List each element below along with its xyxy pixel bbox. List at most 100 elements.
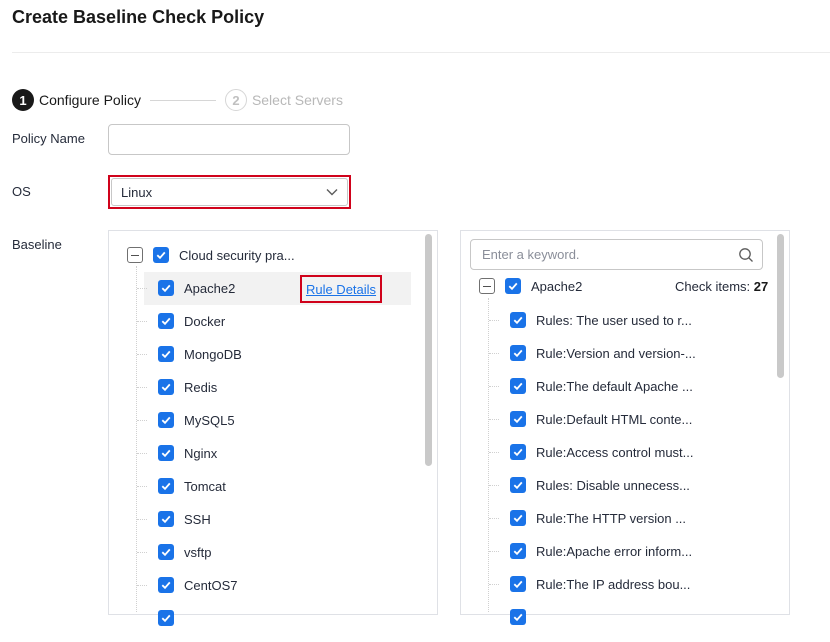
tree-guide-line [136,266,137,612]
tree-guide-branch [137,552,147,553]
tree-item-label: Redis [184,379,218,395]
item-checkbox[interactable] [510,312,526,328]
policy-name-input[interactable] [108,124,350,155]
rules-group-row[interactable]: Apache2 [479,275,582,297]
tree-guide-branch [137,387,147,388]
check-icon [161,581,171,590]
tree-item-label: SSH [184,511,211,527]
tree-guide-branch [137,288,147,289]
page-title: Create Baseline Check Policy [12,7,265,27]
search-icon[interactable] [738,247,754,263]
tree-item-row[interactable]: Docker [158,310,225,332]
item-checkbox[interactable] [158,544,174,560]
rules-group-label: Apache2 [531,278,583,294]
rules-guide-branch [489,419,499,420]
tree-root-row[interactable]: Cloud security pra... [127,244,295,266]
check-icon [161,284,171,293]
rule-item-row[interactable]: Rule:The HTTP version ... [510,507,700,529]
check-icon [161,548,171,557]
item-checkbox[interactable] [158,445,174,461]
tree-item-row[interactable]: Apache2 [158,277,235,299]
tree-item-label: MongoDB [184,346,242,362]
rules-guide-line [488,298,489,612]
item-checkbox[interactable] [158,379,174,395]
rule-item-row-partial[interactable] [510,606,526,628]
rule-item-label: Rule:The IP address bou... [536,576,691,592]
baseline-label: Baseline [12,237,62,252]
item-checkbox[interactable] [510,444,526,460]
os-select[interactable]: Linux [108,175,351,209]
rule-item-row[interactable]: Rules: The user used to r... [510,309,700,331]
item-checkbox[interactable] [158,412,174,428]
rule-item-row[interactable]: Rule:Access control must... [510,441,700,463]
rule-item-row[interactable]: Rules: Disable unnecess... [510,474,700,496]
rules-guide-branch [489,386,499,387]
tree-item-row[interactable]: SSH [158,508,211,530]
tree-item-row[interactable]: vsftp [158,541,211,563]
item-checkbox[interactable] [510,576,526,592]
tree-item-row[interactable]: Tomcat [158,475,226,497]
collapse-icon[interactable] [479,278,495,294]
os-select-value: Linux [121,184,153,200]
item-checkbox[interactable] [510,411,526,427]
item-checkbox[interactable] [158,478,174,494]
item-checkbox[interactable] [158,346,174,362]
tree-item-row[interactable]: MySQL5 [158,409,235,431]
rule-item-row[interactable]: Rule:Apache error inform... [510,540,700,562]
check-icon [508,282,518,291]
step-2-number: 2 [224,89,247,111]
check-icon [161,449,171,458]
rules-guide-branch [489,518,499,519]
baseline-tree-scrollbar[interactable] [425,234,432,466]
check-icon [161,383,171,392]
check-icon [161,317,171,326]
tree-item-row[interactable]: Nginx [158,442,217,464]
rules-scrollbar[interactable] [777,234,784,378]
item-checkbox[interactable] [510,378,526,394]
check-icon [513,415,523,424]
header-divider [12,52,830,53]
root-checkbox[interactable] [153,247,169,263]
rule-item-row[interactable]: Rule:The IP address bou... [510,573,700,595]
check-items-value: 27 [753,279,769,294]
item-checkbox[interactable] [158,610,174,626]
step-2-label: Select Servers [251,92,343,108]
tree-item-row[interactable]: MongoDB [158,343,242,365]
item-checkbox[interactable] [510,477,526,493]
rule-details-link[interactable]: Rule Details [306,282,376,297]
item-checkbox[interactable] [510,609,526,625]
item-checkbox[interactable] [158,313,174,329]
tree-guide-branch [137,321,147,322]
tree-guide-branch [137,486,147,487]
tree-item-label: Nginx [184,445,218,461]
tree-item-row[interactable]: Redis [158,376,217,398]
item-checkbox[interactable] [158,511,174,527]
check-icon [513,613,523,622]
rules-search-input[interactable]: Enter a keyword. [470,239,763,270]
item-checkbox[interactable] [510,345,526,361]
rule-item-label: Rule:The HTTP version ... [536,510,687,526]
check-icon [513,349,523,358]
rule-item-label: Rule:Default HTML conte... [536,411,693,427]
item-checkbox[interactable] [158,280,174,296]
check-icon [513,316,523,325]
rule-item-row[interactable]: Rule:The default Apache ... [510,375,700,397]
tree-guide-branch [137,519,147,520]
tree-item-row-partial[interactable] [158,607,174,629]
group-checkbox[interactable] [505,278,521,294]
rules-guide-branch [489,551,499,552]
policy-name-label: Policy Name [12,131,85,146]
rule-item-label: Rule:The default Apache ... [536,378,693,394]
rule-item-row[interactable]: Rule:Default HTML conte... [510,408,700,430]
check-icon [513,382,523,391]
rule-item-row[interactable]: Rule:Version and version-... [510,342,700,364]
rule-item-label: Rule:Version and version-... [536,345,696,361]
tree-item-label: MySQL5 [184,412,235,428]
collapse-icon[interactable] [127,247,143,263]
item-checkbox[interactable] [510,510,526,526]
tree-item-row[interactable]: CentOS7 [158,574,237,596]
rules-guide-branch [489,452,499,453]
rule-item-label: Rule:Access control must... [536,444,694,460]
item-checkbox[interactable] [158,577,174,593]
item-checkbox[interactable] [510,543,526,559]
